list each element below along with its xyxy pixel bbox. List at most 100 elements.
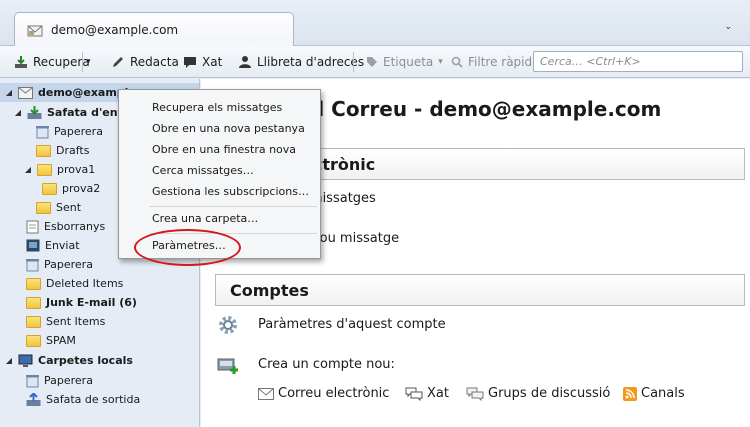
tab-account[interactable]: demo@example.com	[14, 12, 294, 47]
computer-icon	[18, 354, 33, 367]
search-input[interactable]: Cerca… <Ctrl+K>	[533, 51, 743, 72]
folder-local-folders[interactable]: ◢ Carpetes locals	[5, 351, 133, 370]
menu-item-subscribe[interactable]: Gestiona les subscripcions…	[152, 185, 309, 198]
filter-search-icon	[451, 56, 463, 68]
tab-list-menu-icon[interactable]: ⌄	[724, 22, 732, 32]
folder-drafts-sub[interactable]: Drafts	[36, 141, 89, 160]
folder-icon	[26, 296, 41, 309]
menu-item-open-new-window[interactable]: Obre en una finestra nova	[152, 143, 296, 156]
folder-trash-sub[interactable]: Paperera	[36, 122, 103, 141]
folder-sent-items[interactable]: Sent Items	[26, 312, 105, 331]
quick-filter-button[interactable]: Filtre ràpid	[451, 53, 532, 71]
folder-label: Paperera	[44, 374, 93, 387]
tag-dropdown-icon: ▾	[438, 57, 443, 67]
collapse-arrow-icon[interactable]: ◢	[5, 88, 13, 97]
address-book-button[interactable]: Llibreta d'adreces	[238, 53, 364, 71]
account-settings-link[interactable]: Paràmetres d'aquest compte	[258, 317, 446, 332]
menu-item-search-messages[interactable]: Cerca missatges…	[152, 164, 254, 177]
folder-label: Safata de sortida	[46, 393, 141, 406]
folder-junk[interactable]: Junk E-mail (6)	[26, 293, 137, 312]
folder-local-trash[interactable]: Paperera	[26, 371, 93, 390]
download-icon	[15, 56, 27, 68]
menu-item-open-new-tab[interactable]: Obre en una nova pestanya	[152, 122, 305, 135]
toolbar-separator	[82, 52, 83, 72]
collapse-arrow-icon[interactable]: ◢	[24, 165, 32, 174]
tag-icon	[367, 57, 377, 67]
folder-icon	[26, 277, 41, 290]
get-messages-button[interactable]: Recupera	[14, 53, 90, 71]
write-label: Redacta	[130, 55, 179, 69]
folder-icon	[37, 163, 52, 176]
mail-account-icon	[27, 25, 43, 37]
folder-sent-sub[interactable]: Sent	[36, 198, 81, 217]
trash-icon	[26, 258, 39, 271]
highlight-annotation	[134, 229, 241, 266]
toolbar-separator	[353, 52, 354, 72]
folder-prova2[interactable]: prova2	[42, 179, 100, 198]
folder-prova1[interactable]: ◢ prova1	[24, 160, 95, 179]
folder-icon	[26, 334, 41, 347]
accounts-section-header: Comptes	[215, 274, 745, 306]
folder-deleted-items[interactable]: Deleted Items	[26, 274, 123, 293]
folder-label: Paperera	[44, 258, 93, 271]
folder-spam[interactable]: SPAM	[26, 331, 76, 350]
get-messages-dropdown-icon[interactable]: ▾	[86, 53, 91, 71]
pencil-icon	[113, 57, 123, 67]
folder-label: Sent Items	[46, 315, 106, 328]
chat-label: Xat	[202, 55, 223, 69]
folder-label: Junk E-mail (6)	[46, 296, 137, 309]
folder-drafts[interactable]: Esborranys	[26, 217, 105, 236]
folder-trash[interactable]: Paperera	[26, 255, 93, 274]
menu-item-get-messages[interactable]: Recupera els missatges	[152, 101, 282, 114]
mail-account-icon	[18, 86, 33, 99]
tab-title: demo@example.com	[51, 23, 179, 37]
rss-feed-icon	[623, 386, 637, 401]
create-email-account-link[interactable]: Correu electrònic	[258, 386, 389, 401]
create-chat-account-link[interactable]: Xat	[405, 386, 449, 401]
tab-strip: demo@example.com ⌄	[0, 0, 750, 47]
envelope-icon	[258, 387, 274, 400]
write-button[interactable]: Redacta	[111, 53, 179, 71]
folder-label: prova2	[62, 182, 101, 195]
quick-filter-label: Filtre ràpid	[468, 55, 533, 69]
tag-button[interactable]: Etiqueta ▾	[366, 53, 443, 71]
chat-bubble-icon	[184, 57, 196, 68]
address-book-label: Llibreta d'adreces	[257, 55, 365, 69]
trash-icon	[36, 125, 49, 138]
folder-sent[interactable]: Enviat	[26, 236, 80, 255]
main-toolbar: Recupera ▾ Redacta Xat Llibreta d'adrece…	[0, 46, 750, 78]
folder-label: SPAM	[46, 334, 76, 347]
create-newsgroup-account-link[interactable]: Grups de discussió	[466, 386, 610, 401]
option-label: Canals	[641, 386, 685, 401]
collapse-arrow-icon[interactable]: ◢	[5, 356, 13, 365]
folder-icon	[36, 201, 51, 214]
chat-bubble-icon	[405, 387, 423, 401]
folder-label: prova1	[57, 163, 96, 176]
chat-button[interactable]: Xat	[183, 53, 222, 71]
section-title: Comptes	[230, 281, 309, 300]
outbox-icon	[26, 392, 41, 406]
new-account-icon	[217, 358, 238, 374]
folder-label: Deleted Items	[46, 277, 124, 290]
folder-label: Esborranys	[44, 220, 106, 233]
option-label: Xat	[427, 386, 449, 401]
folder-label: Enviat	[45, 239, 80, 252]
newsgroup-icon	[466, 387, 484, 401]
inbox-icon	[27, 105, 42, 119]
folder-label: Drafts	[56, 144, 90, 157]
folder-icon	[26, 315, 41, 328]
trash-icon	[26, 374, 39, 387]
folder-icon	[42, 182, 57, 195]
create-account-label: Crea un compte nou:	[258, 357, 395, 372]
folder-label: Carpetes locals	[38, 354, 133, 367]
folder-icon	[36, 144, 51, 157]
folder-label: Sent	[56, 201, 82, 214]
create-feed-account-link[interactable]: Canals	[623, 386, 685, 401]
collapse-arrow-icon[interactable]: ◢	[14, 108, 22, 117]
folder-label: Paperera	[54, 125, 103, 138]
menu-separator	[149, 206, 317, 207]
gear-icon	[219, 316, 237, 334]
folder-outbox[interactable]: Safata de sortida	[26, 390, 140, 409]
menu-item-new-folder[interactable]: Crea una carpeta…	[152, 212, 258, 225]
option-label: Correu electrònic	[278, 386, 390, 401]
